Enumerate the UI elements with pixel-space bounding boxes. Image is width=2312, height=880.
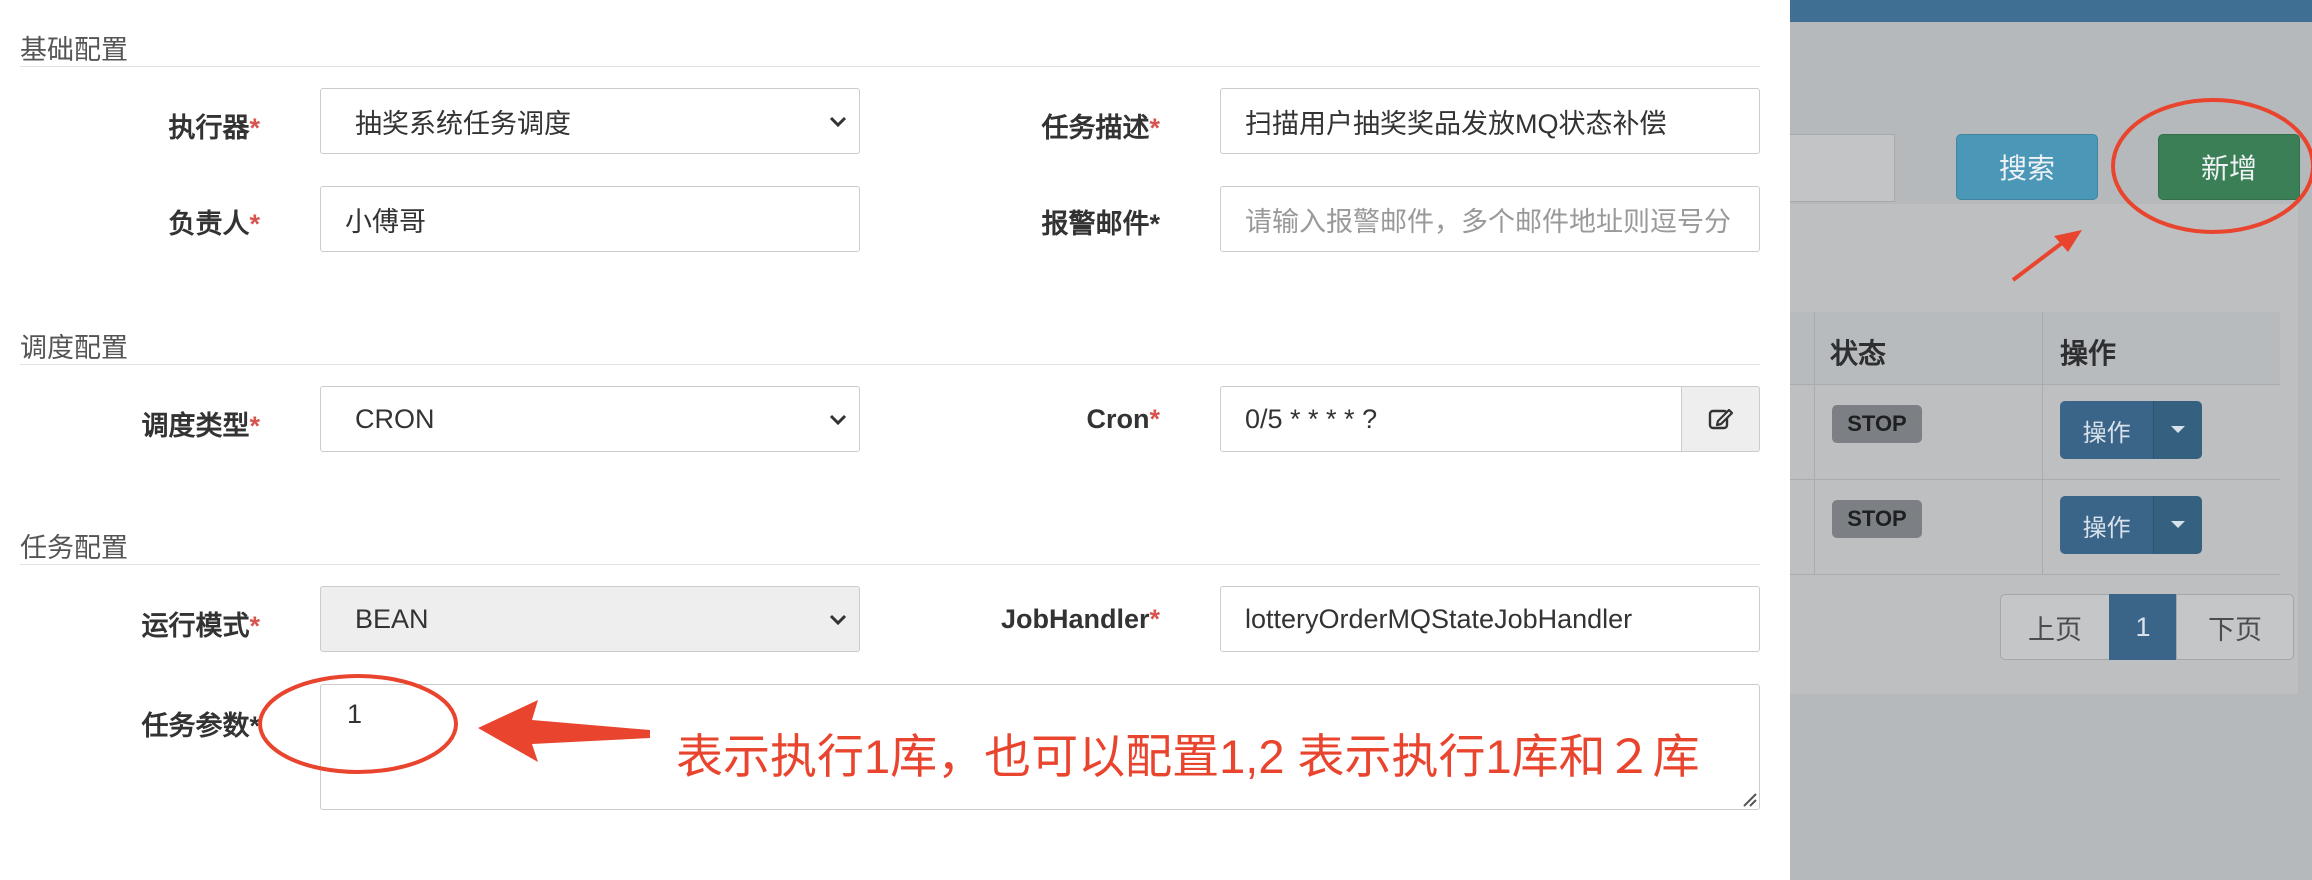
annotation-arrow-shaft	[2011, 238, 2068, 282]
annotation-arrow-head	[2054, 230, 2082, 252]
annotation-overlay-left	[258, 674, 650, 774]
annotation-arrow-left	[478, 700, 650, 762]
highlight-ellipse-add-button	[2111, 98, 2312, 234]
highlight-ellipse-param	[258, 674, 458, 774]
